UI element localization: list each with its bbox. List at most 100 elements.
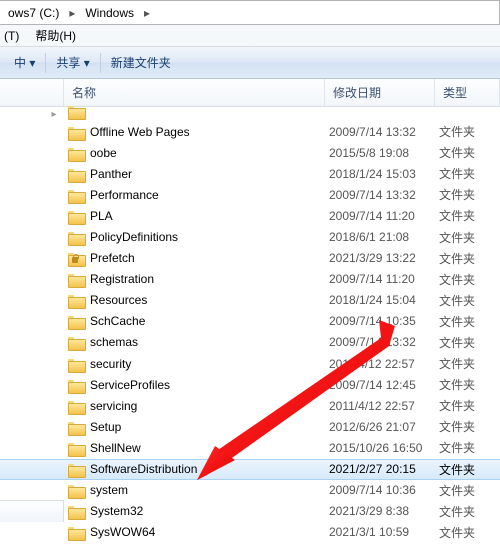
folder-row[interactable]: PolicyDefinitions 2018/6/1 21:08文件夹 <box>0 226 500 247</box>
folder-name-cell[interactable]: schemas <box>64 335 325 349</box>
folder-row[interactable]: ShellNew2015/10/26 16:50文件夹 <box>0 437 500 458</box>
folder-row[interactable]: schemas2009/7/14 13:32文件夹 <box>0 332 500 353</box>
item-type: 文件夹 <box>435 313 500 330</box>
item-type: 文件夹 <box>435 271 500 288</box>
folder-name: Panther <box>90 167 132 181</box>
date-modified: 2015/5/8 19:08 <box>325 146 435 160</box>
column-type[interactable]: 类型 <box>435 79 500 106</box>
folder-name: oobe <box>90 146 117 160</box>
menu-edit[interactable]: (T) <box>4 29 19 43</box>
date-modified: 2018/6/1 21:08 <box>325 230 435 244</box>
menu-help[interactable]: 帮助(H) <box>35 27 76 44</box>
folder-name-cell[interactable]: system <box>64 483 325 497</box>
folder-row[interactable]: Performance2009/7/14 13:32文件夹 <box>0 184 500 205</box>
folder-icon <box>68 209 84 223</box>
tree-panel-edge <box>0 500 64 522</box>
folder-name-cell[interactable]: SysWOW64 <box>64 525 325 539</box>
folder-name-cell[interactable]: Prefetch <box>64 251 325 265</box>
file-list: ▸ Offline Web Pages 2009/7/14 13:32 文件夹 oobe… <box>0 107 500 543</box>
date-modified: 2021/3/1 10:59 <box>325 525 435 539</box>
folder-name-cell[interactable]: oobe <box>64 146 325 160</box>
item-type: 文件夹 <box>435 292 500 309</box>
share-button[interactable]: 共享 ▾ <box>48 50 97 75</box>
column-date[interactable]: 修改日期 <box>325 79 435 106</box>
chevron-right-icon[interactable]: ▸ <box>140 4 154 22</box>
folder-icon <box>68 314 84 328</box>
folder-row[interactable]: Panther2018/1/24 15:03文件夹 <box>0 163 500 184</box>
folder-row[interactable]: Setup2012/6/26 21:07文件夹 <box>0 416 500 437</box>
date-modified: 2015/10/26 16:50 <box>325 441 435 455</box>
tree-gutter: ▸ <box>0 109 64 120</box>
folder-icon <box>68 125 84 139</box>
item-type: 文件夹 <box>435 229 500 246</box>
breadcrumb-seg-drive[interactable]: ows7 (C:) <box>2 4 65 22</box>
tree-expand-icon[interactable]: ▸ <box>48 109 60 120</box>
folder-name: PolicyDefinitions <box>90 230 178 244</box>
folder-name: SysWOW64 <box>90 525 155 539</box>
new-folder-button[interactable]: 新建文件夹 <box>103 50 179 75</box>
folder-name-cell[interactable]: SchCache <box>64 314 325 328</box>
date-modified: 2009/7/14 11:20 <box>325 272 435 286</box>
folder-row[interactable]: system2009/7/14 10:36文件夹 <box>0 480 500 501</box>
folder-row[interactable]: servicing2011/4/12 22:57文件夹 <box>0 395 500 416</box>
folder-name-cell[interactable]: security <box>64 357 325 371</box>
folder-row[interactable]: PLA2009/7/14 11:20文件夹 <box>0 205 500 226</box>
include-in-library-button[interactable]: 中 ▾ <box>6 50 43 75</box>
date-modified: 2021/3/29 8:38 <box>325 504 435 518</box>
folder-icon <box>68 272 84 286</box>
folder-name-cell[interactable]: servicing <box>64 399 325 413</box>
folder-row[interactable]: Resources2018/1/24 15:04文件夹 <box>0 290 500 311</box>
folder-name: ServiceProfiles <box>90 378 170 392</box>
date-modified: 2009/7/14 11:20 <box>325 209 435 223</box>
folder-row[interactable]: security2011/4/12 22:57文件夹 <box>0 353 500 374</box>
folder-row[interactable]: Registration 2009/7/14 11:20文件夹 <box>0 269 500 290</box>
chevron-right-icon[interactable]: ▸ <box>65 4 79 22</box>
date-modified: 2018/1/24 15:03 <box>325 167 435 181</box>
item-type: 文件夹 <box>435 376 500 393</box>
folder-row[interactable]: Prefetch2021/3/29 13:22文件夹 <box>0 248 500 269</box>
folder-row[interactable]: SchCache2009/7/14 10:35文件夹 <box>0 311 500 332</box>
folder-row[interactable]: ServiceProfiles2009/7/14 12:45文件夹 <box>0 374 500 395</box>
folder-name-cell[interactable]: System32 <box>64 504 325 518</box>
item-type: 文件夹 <box>435 461 500 478</box>
folder-name-cell[interactable]: Panther <box>64 167 325 181</box>
folder-row[interactable]: SysWOW642021/3/1 10:59文件夹 <box>0 522 500 543</box>
folder-name-cell[interactable]: Registration <box>64 272 325 286</box>
folder-name-cell[interactable]: Performance <box>64 188 325 202</box>
folder-icon <box>68 188 84 202</box>
breadcrumb-seg-windows[interactable]: Windows <box>79 4 140 22</box>
item-type: 文件夹 <box>435 186 500 203</box>
item-type: 文件夹 <box>435 334 500 351</box>
folder-row[interactable]: Offline Web Pages2009/7/14 13:32文件夹 <box>0 121 500 142</box>
folder-name: Performance <box>90 188 159 202</box>
folder-name-cell[interactable]: SoftwareDistribution <box>64 462 325 476</box>
folder-row-selected[interactable]: SoftwareDistribution2021/2/27 20:15文件夹 <box>0 459 500 480</box>
folder-name-cell[interactable]: Resources <box>64 293 325 307</box>
folder-name-cell[interactable]: Offline Web Pages <box>64 125 325 139</box>
folder-icon <box>68 525 84 539</box>
folder-name-cell[interactable]: Setup <box>64 420 325 434</box>
item-type: 文件夹 <box>435 397 500 414</box>
folder-name-cell[interactable]: ShellNew <box>64 441 325 455</box>
folder-name: Registration <box>90 272 154 286</box>
item-type: 文件夹 <box>435 207 500 224</box>
folder-icon <box>68 378 84 392</box>
date-modified: 2021/2/27 20:15 <box>325 462 435 476</box>
folder-icon <box>68 420 84 434</box>
folder-row[interactable]: oobe2015/5/8 19:08文件夹 <box>0 142 500 163</box>
folder-name-cell[interactable]: PLA <box>64 209 325 223</box>
date-modified: 2018/1/24 15:04 <box>325 293 435 307</box>
date-modified: 2011/4/12 22:57 <box>325 357 435 371</box>
folder-name-cell[interactable]: PolicyDefinitions <box>64 230 325 244</box>
folder-row[interactable]: ▸ <box>0 107 500 121</box>
breadcrumb[interactable]: ows7 (C:) ▸ Windows ▸ <box>0 0 500 25</box>
item-type: 文件夹 <box>435 482 500 499</box>
folder-locked-icon <box>68 251 84 265</box>
date-modified: 2009/7/14 13:32 <box>325 125 435 139</box>
folder-row[interactable]: System322021/3/29 8:38文件夹 <box>0 501 500 522</box>
folder-name-cell[interactable] <box>64 110 325 118</box>
folder-name-cell[interactable]: ServiceProfiles <box>64 378 325 392</box>
column-name[interactable]: 名称 <box>64 79 325 106</box>
folder-name: Offline Web Pages <box>90 125 190 139</box>
date-modified: 2009/7/14 10:36 <box>325 483 435 497</box>
